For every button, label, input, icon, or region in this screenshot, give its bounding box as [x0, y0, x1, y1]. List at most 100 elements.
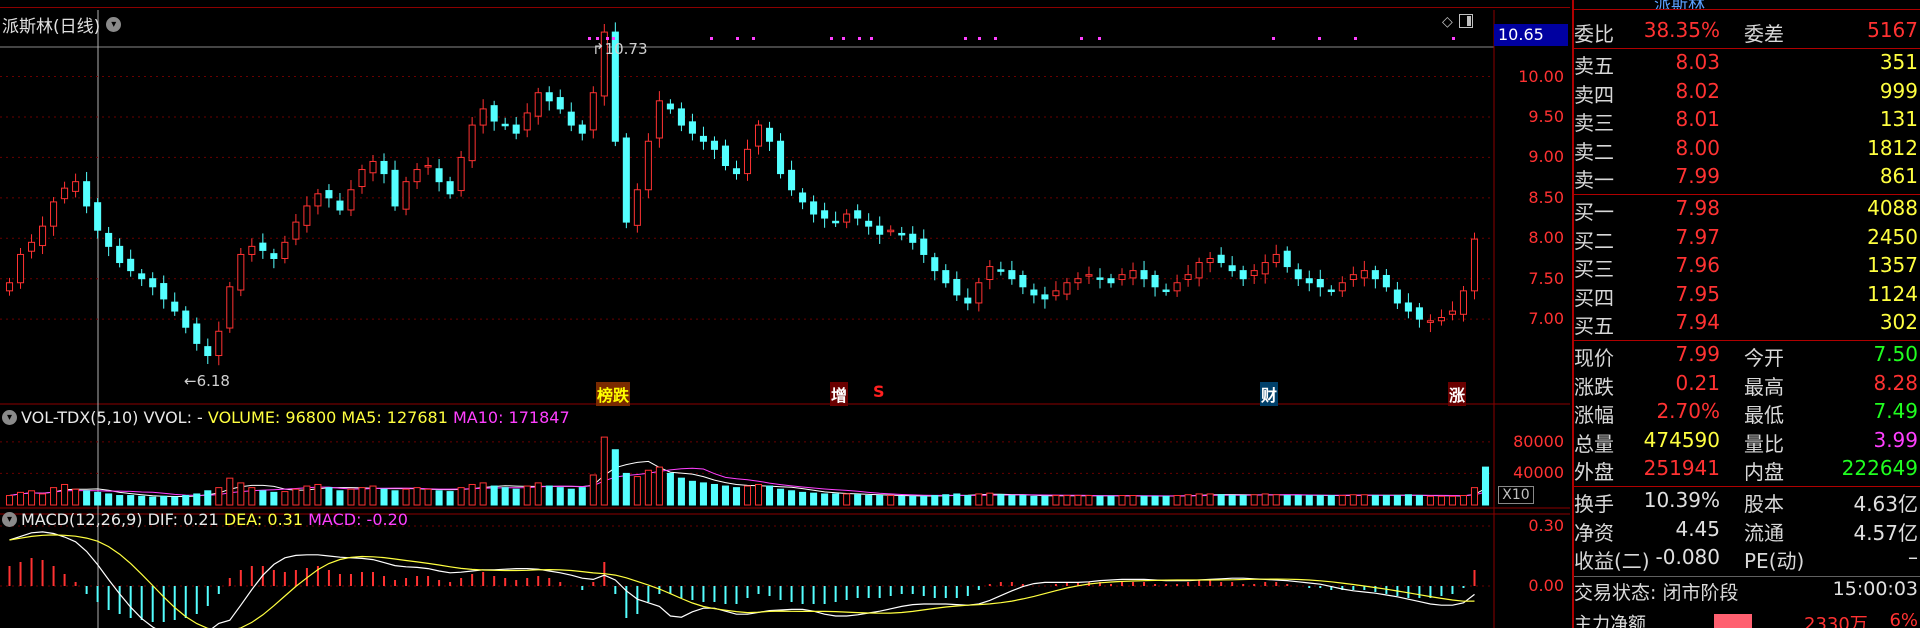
candle-body — [1008, 270, 1016, 280]
stat-row[interactable]: 净资 4.45 流通 4.57亿 — [1574, 517, 1920, 545]
weibi-row[interactable]: 委比 38.35% 委差 5167 — [1574, 18, 1920, 46]
volume-bar — [1206, 493, 1214, 506]
volume-bar — [578, 487, 586, 506]
volume-bar — [1470, 487, 1479, 506]
ask-row-4[interactable]: 卖二 8.00 1812 — [1574, 136, 1920, 164]
candle-body — [920, 238, 928, 255]
volume-bar — [920, 495, 928, 506]
quote-label-2: 股本 — [1744, 492, 1784, 517]
candle-body — [1239, 270, 1247, 280]
candle-body — [1206, 257, 1214, 264]
quote-value-2: – — [1908, 545, 1918, 570]
ask-row-2[interactable]: 卖四 8.02 999 — [1574, 79, 1920, 107]
chevron-down-icon[interactable]: ▾ — [106, 17, 122, 32]
price-axis-top-badge: 10.65 — [1494, 24, 1568, 46]
macd-indicator-name[interactable]: MACD(12,26,9) — [21, 510, 143, 529]
stat-row[interactable]: 收益(二) -0.080 PE(动) – — [1574, 545, 1920, 573]
bid-row-4[interactable]: 买四 7.95 1124 — [1574, 282, 1920, 310]
ask-row-1[interactable]: 卖五 8.03 351 — [1574, 50, 1920, 78]
volume-axis-label: 40000 — [1513, 463, 1564, 483]
bid-row-1[interactable]: 买一 7.98 4088 — [1574, 196, 1920, 224]
ask-row-3[interactable]: 卖三 8.01 131 — [1574, 107, 1920, 135]
volume-bar — [600, 436, 608, 506]
event-tag-s[interactable]: S — [872, 382, 886, 401]
candle-body — [479, 108, 487, 126]
quote-value: 7.99 — [1675, 164, 1720, 188]
signal-marker — [1318, 37, 1321, 40]
volume-bar — [1063, 495, 1071, 506]
volume-bar — [490, 485, 498, 506]
candle-body — [435, 168, 443, 183]
volume-bar — [1272, 494, 1280, 506]
candle-body — [380, 160, 388, 175]
candle-body — [1019, 274, 1027, 288]
candle-body — [182, 310, 190, 328]
event-tag-cai[interactable]: 财 — [1260, 382, 1279, 406]
volume-bar — [402, 488, 410, 506]
candle-body — [1140, 270, 1148, 280]
candle-body — [413, 169, 421, 183]
volume-bar — [94, 491, 102, 506]
kline-chart-region[interactable]: 派斯林(日线) ▾ ◇ ↱10.73 ←6.18 10.65 10.00 9.50… — [0, 0, 1570, 628]
quote-value-2: 5167 — [1867, 18, 1918, 42]
candle-body — [1085, 274, 1093, 277]
signal-marker — [752, 37, 755, 40]
volume-bar — [556, 487, 564, 506]
volume-bar — [1448, 495, 1456, 506]
signal-marker — [830, 37, 833, 40]
candle-body — [876, 225, 884, 235]
quote-label: 委比 — [1574, 22, 1614, 46]
volume-bar — [1162, 495, 1170, 506]
quote-header: 派斯林 — [1574, 0, 1920, 10]
quote-label-2: 量比 — [1744, 431, 1784, 456]
chevron-down-icon[interactable]: ▾ — [2, 410, 17, 425]
price-axis-label: 8.00 — [1528, 228, 1564, 248]
candle-body — [1129, 270, 1137, 279]
chart-canvas[interactable] — [0, 0, 1570, 628]
quote-label: 现价 — [1574, 346, 1614, 371]
volume-panel-title: ▾ VOL-TDX(5,10) VVOL: - VOLUME: 96800 MA… — [2, 408, 570, 427]
stat-row[interactable]: 换手 10.39% 股本 4.63亿 — [1574, 488, 1920, 516]
stat-row[interactable]: 涨跌 0.21 最高 8.28 — [1574, 371, 1920, 399]
vol-indicator-name[interactable]: VOL-TDX(5,10) — [21, 408, 138, 427]
candle-body — [336, 200, 344, 211]
stat-row[interactable]: 总量 474590 量比 3.99 — [1574, 428, 1920, 456]
volume-bar — [743, 485, 752, 506]
volume-bar — [699, 482, 707, 506]
ask-row-5[interactable]: 卖一 7.99 861 — [1574, 164, 1920, 192]
volume-bar — [1426, 495, 1434, 506]
bid-row-3[interactable]: 买三 7.96 1357 — [1574, 253, 1920, 281]
volume-bar — [799, 491, 807, 506]
candle-body — [457, 156, 465, 192]
candle-body — [1415, 307, 1423, 320]
stat-row[interactable]: 涨幅 2.70% 最低 7.49 — [1574, 399, 1920, 427]
volume-bar — [854, 494, 862, 506]
bid-row-2[interactable]: 买二 7.97 2450 — [1574, 225, 1920, 253]
event-tag-bangdie[interactable]: 榜跌 — [596, 382, 631, 406]
panel-toggle-icon[interactable] — [1458, 14, 1473, 28]
candle-body — [854, 210, 862, 219]
net-flow-bar — [1714, 614, 1752, 628]
chevron-down-icon[interactable]: ▾ — [2, 512, 17, 527]
candle-body — [710, 140, 718, 150]
event-tag-zhang[interactable]: 涨 — [1448, 382, 1467, 406]
candle-body — [843, 213, 851, 223]
candle-body — [391, 169, 399, 207]
stat-row[interactable]: 现价 7.99 今开 7.50 — [1574, 342, 1920, 370]
event-tag-zeng[interactable]: 增 — [830, 382, 849, 406]
candle-body — [127, 258, 135, 272]
volume-bar — [1030, 495, 1038, 506]
volume-bar — [1173, 495, 1181, 506]
volume-bar — [358, 487, 366, 506]
main-force-net-bar: 主力净额 2330万 6% — [1574, 610, 1918, 628]
candle-body — [1228, 265, 1236, 272]
candle-body — [1316, 279, 1324, 288]
high-price-note: ↱10.73 — [592, 40, 648, 58]
candle-body — [259, 242, 267, 251]
quote-value-2: 3.99 — [1873, 427, 1918, 452]
stat-row[interactable]: 外盘 251941 内盘 222649 — [1574, 456, 1920, 484]
diamond-icon[interactable]: ◇ — [1442, 14, 1453, 30]
candle-body — [1283, 250, 1291, 268]
bid-row-5[interactable]: 买五 7.94 302 — [1574, 310, 1920, 338]
price-axis-label: 7.50 — [1528, 268, 1564, 288]
